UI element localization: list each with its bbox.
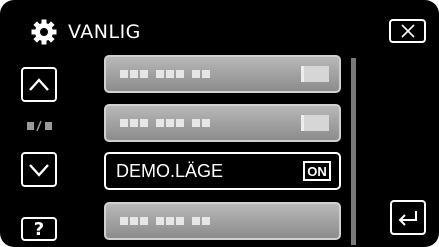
help-button[interactable]: ? (21, 217, 57, 241)
placeholder-text (120, 70, 212, 78)
placeholder-text (120, 217, 212, 225)
return-icon (398, 210, 417, 226)
scroll-up-button[interactable] (21, 67, 57, 102)
menu-item-label: DEMO.LÄGE (116, 161, 224, 181)
chevron-up-icon (29, 77, 49, 91)
menu-item-demo-mode[interactable]: DEMO.LÄGE ON (104, 152, 341, 190)
scrollbar[interactable] (351, 58, 356, 245)
close-button[interactable] (389, 19, 426, 43)
help-label: ? (33, 218, 45, 240)
gear-icon (31, 19, 57, 45)
menu-item-1[interactable] (104, 55, 341, 93)
menu-item-4[interactable] (104, 202, 341, 240)
close-icon (400, 24, 415, 38)
placeholder-text (120, 119, 212, 127)
placeholder-value (301, 115, 329, 131)
camera-menu-screen: VANLIG ? DEMO.LÄGE ON (0, 0, 439, 247)
menu-item-2[interactable] (104, 104, 341, 142)
chevron-down-icon (29, 163, 49, 177)
back-button[interactable] (390, 200, 426, 235)
menu-title: VANLIG (68, 21, 141, 43)
placeholder-value (301, 66, 329, 82)
scroll-down-button[interactable] (21, 152, 57, 187)
status-badge: ON (303, 161, 331, 181)
menu-header: VANLIG (30, 18, 141, 46)
page-indicator-icon (27, 120, 52, 132)
